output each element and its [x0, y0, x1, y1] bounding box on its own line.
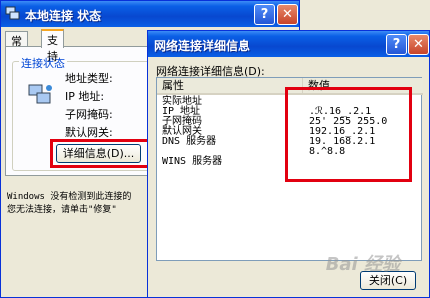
list-item: WINS 服务器 [162, 156, 223, 167]
tab-support[interactable]: 支持 [41, 29, 64, 63]
help-button[interactable]: ? [254, 4, 275, 25]
details-help-button[interactable]: ? [386, 34, 407, 55]
connection-status-label: 连接状态 [19, 55, 67, 71]
diagnosis-message-line2: 您无法连接，请单击"修复" [7, 205, 117, 215]
status-window-titlebar[interactable]: 本地连接 状态 ? ✕ [1, 1, 299, 27]
watermark: Bai 经验 [325, 254, 400, 275]
address-type-label: 地址类型: [65, 72, 113, 85]
details-window-title: 网络连接详细信息 [154, 39, 251, 53]
diagnosis-message-line1: Windows 没有检测到此连接的 [7, 192, 132, 202]
subnet-mask-label: 子网掩码: [65, 108, 113, 121]
details-button[interactable]: 详细信息(D)... [56, 144, 141, 163]
close-button[interactable]: ✕ [277, 4, 298, 25]
details-close-x-button[interactable]: ✕ [408, 34, 429, 55]
list-item: DNS 服务器 [162, 136, 217, 147]
details-window-titlebar[interactable]: 网络连接详细信息 ? ✕ [148, 31, 429, 57]
ip-address-label: IP 地址: [65, 90, 105, 103]
default-gateway-label: 默认网关: [65, 126, 113, 139]
status-window-title: 本地连接 状态 [25, 9, 102, 23]
network-icon [5, 6, 20, 20]
tab-general[interactable]: 常规 [5, 31, 28, 64]
values-highlight [285, 87, 412, 182]
connection-icon [27, 82, 53, 108]
column-header-property[interactable]: 属性 [157, 78, 303, 95]
